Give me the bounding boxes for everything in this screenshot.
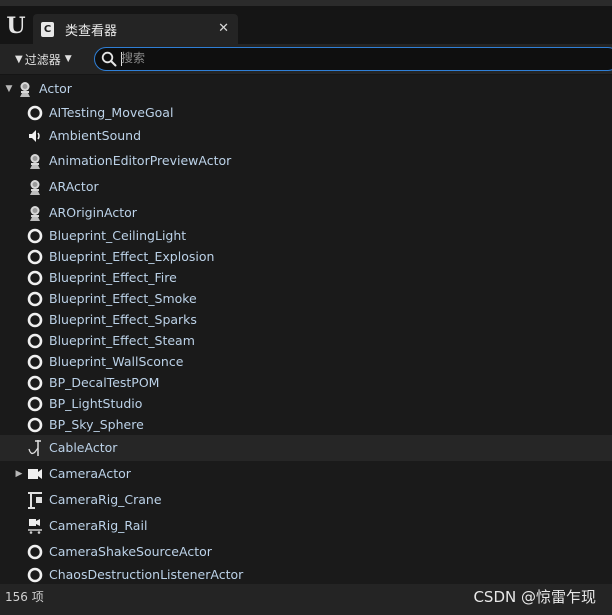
tree-item-label: CameraShakeSourceActor: [49, 544, 212, 559]
blueprint-circle-icon: [26, 248, 44, 266]
blueprint-circle-icon: [26, 311, 44, 329]
actor-icon: [16, 80, 34, 98]
tree-item-label: BP_LightStudio: [49, 395, 143, 411]
tree-item[interactable]: CameraShakeSourceActor: [0, 539, 612, 565]
close-icon[interactable]: ✕: [218, 21, 229, 36]
crane-icon: [26, 491, 44, 509]
tree-item[interactable]: CameraRig_Crane: [0, 487, 612, 513]
blueprint-circle-icon: [26, 566, 44, 584]
status-bar: 156 项 CSDN @惊雷乍现: [0, 584, 612, 615]
toolbar: ▼ 过滤器 ▼: [0, 44, 612, 74]
tree-item-label: Blueprint_Effect_Fire: [49, 269, 177, 285]
tree-item-label: Blueprint_Effect_Smoke: [49, 290, 197, 306]
unreal-logo-icon: U: [6, 13, 26, 39]
cable-icon: [26, 439, 44, 457]
blueprint-circle-icon: [26, 353, 44, 371]
tree-item-label: CameraRig_Rail: [49, 518, 148, 533]
blueprint-circle-icon: [26, 374, 44, 392]
filter-label: 过滤器: [24, 52, 61, 67]
item-count: 156 项: [5, 590, 44, 604]
blueprint-circle-icon: [26, 227, 44, 245]
tree-item[interactable]: AROriginActor: [0, 200, 612, 226]
tree-item-label: BP_DecalTestPOM: [49, 374, 160, 390]
actor-icon: [26, 152, 44, 170]
camera-icon: [26, 465, 44, 483]
speaker-icon: [26, 127, 44, 145]
tree-item[interactable]: Blueprint_Effect_Explosion: [0, 246, 612, 267]
tree-item[interactable]: BP_LightStudio: [0, 393, 612, 414]
chevron-down-icon: ▼: [64, 54, 72, 64]
actor-icon: [26, 178, 44, 196]
tab-class-viewer[interactable]: C 类查看器 ✕: [33, 14, 238, 44]
tree-item[interactable]: Blueprint_Effect_Sparks: [0, 309, 612, 330]
tree-item[interactable]: Blueprint_Effect_Steam: [0, 330, 612, 351]
tree-item-label: CableActor: [49, 440, 118, 455]
tree-item[interactable]: BP_DecalTestPOM: [0, 372, 612, 393]
tree-item-label: Blueprint_CeilingLight: [49, 227, 187, 243]
blueprint-circle-icon: [26, 543, 44, 561]
tree-item-label: Blueprint_Effect_Steam: [49, 332, 195, 348]
blueprint-circle-icon: [26, 269, 44, 287]
funnel-icon: ▼: [15, 53, 23, 65]
tree-item-label: BP_Sky_Sphere: [49, 416, 144, 432]
tree-item[interactable]: Blueprint_Effect_Fire: [0, 267, 612, 288]
search-icon: [101, 51, 117, 67]
tree-item[interactable]: ARActor: [0, 174, 612, 200]
watermark: CSDN @惊雷乍现: [473, 588, 596, 606]
tree-item[interactable]: CableActor: [0, 435, 612, 461]
tree-item-label: CameraRig_Crane: [49, 492, 162, 507]
tree-item[interactable]: ChaosDestructionListenerActor: [0, 565, 612, 584]
tree-item[interactable]: Blueprint_Effect_Smoke: [0, 288, 612, 309]
filter-button[interactable]: ▼ 过滤器 ▼: [4, 47, 88, 71]
tree-item-label: Actor: [39, 81, 72, 96]
tree-item-label: Blueprint_WallSconce: [49, 353, 184, 369]
search-box[interactable]: [94, 47, 612, 71]
tree-item-label: Blueprint_Effect_Explosion: [49, 248, 215, 264]
class-icon: C: [41, 21, 54, 37]
blueprint-circle-icon: [26, 395, 44, 413]
class-tree[interactable]: ▼ Actor AITesting_MoveGoal AmbientSound Anim…: [0, 75, 612, 584]
tree-item-label: Blueprint_Effect_Sparks: [49, 311, 197, 327]
tree-item-label: AnimationEditorPreviewActor: [49, 153, 232, 168]
tree-item[interactable]: CameraRig_Rail: [0, 513, 612, 539]
title-bar: U C 类查看器 ✕: [0, 6, 612, 44]
tab-title: 类查看器: [65, 23, 118, 39]
search-input[interactable]: [121, 49, 591, 67]
tree-item-label: AROriginActor: [49, 205, 137, 220]
tree-item[interactable]: AnimationEditorPreviewActor: [0, 148, 612, 174]
tree-item-label: ChaosDestructionListenerActor: [49, 566, 244, 582]
chevron-right-icon[interactable]: ▶: [14, 469, 24, 479]
tree-item[interactable]: Blueprint_WallSconce: [0, 351, 612, 372]
tree-item-label: AmbientSound: [49, 127, 142, 143]
tree-item[interactable]: AmbientSound: [0, 125, 612, 146]
tree-item[interactable]: BP_Sky_Sphere: [0, 414, 612, 435]
tree-item[interactable]: AITesting_MoveGoal: [0, 102, 612, 123]
tree-item[interactable]: Blueprint_CeilingLight: [0, 225, 612, 246]
blueprint-circle-icon: [26, 332, 44, 350]
actor-icon: [26, 204, 44, 222]
tree-item-label: AITesting_MoveGoal: [49, 104, 174, 120]
tree-item[interactable]: ▶ CameraActor: [0, 461, 612, 487]
chevron-down-icon[interactable]: ▼: [4, 84, 14, 94]
tree-root-actor[interactable]: ▼ Actor: [0, 77, 612, 101]
tree-item-label: ARActor: [49, 179, 99, 194]
blueprint-circle-icon: [26, 290, 44, 308]
tree-item-label: CameraActor: [49, 466, 131, 481]
blueprint-circle-icon: [26, 104, 44, 122]
blueprint-circle-icon: [26, 416, 44, 434]
rail-icon: [26, 517, 44, 535]
